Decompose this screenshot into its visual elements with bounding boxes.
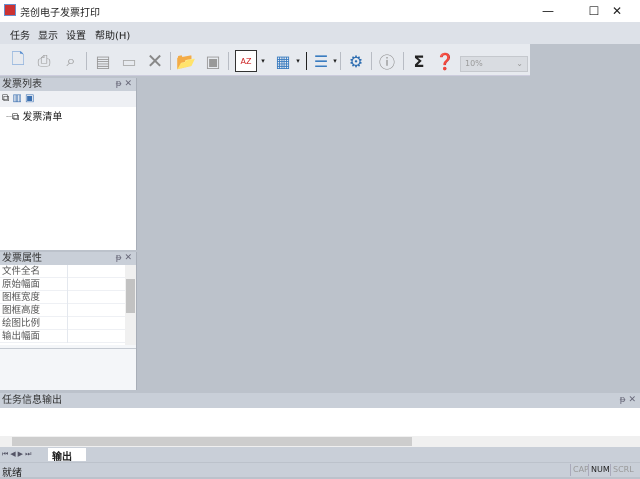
app-icon [4,4,16,16]
chevron-down-icon: ⌄ [516,59,523,68]
folder-icon[interactable]: ▭ [118,50,140,72]
vertical-scrollbar[interactable] [125,265,136,345]
menu-task[interactable]: 任务 [10,27,30,42]
copy-icon[interactable]: ⧉ [2,93,9,104]
chevron-down-icon[interactable]: ▾ [294,50,302,72]
property-row[interactable]: 图框宽度 [0,291,125,304]
align-icon[interactable]: ☰ [310,50,332,72]
book-icon[interactable]: ▥ [12,93,21,104]
batch-icon[interactable]: ▤ [92,50,114,72]
window-title: 尧创电子发票打印 [20,8,100,19]
info-icon[interactable]: ⓘ [376,50,398,72]
chevron-down-icon[interactable]: ▾ [259,50,267,72]
grid-icon[interactable]: ▣ [25,93,34,104]
panel-header: 发票列表 ᵽ ✕ [0,78,136,91]
tab-nav-buttons[interactable]: ⏮◀▶⏭ [2,450,33,459]
pin-icon[interactable]: ᵽ [620,395,626,405]
title-bar: 尧创电子发票打印 — ☐ ✕ [0,0,640,22]
print-preview-icon[interactable]: ⌕ [60,50,82,72]
separator [340,52,341,70]
panel-header: 发票属性 ᵽ ✕ [0,252,136,265]
property-row[interactable]: 绘图比例 [0,317,125,330]
close-icon[interactable]: ✕ [124,79,132,89]
property-row[interactable]: 输出幅面 [0,330,125,343]
delete-icon[interactable]: ✕ [144,49,166,73]
close-button[interactable]: ✕ [594,0,640,22]
sort-az-icon[interactable]: AZ [235,50,257,72]
settings-gear-icon[interactable]: ⚙ [345,50,367,72]
properties-panel: 发票属性 ᵽ ✕ 文件全名 原始幅面 图框宽度 图框高度 绘图比例 输出幅面 [0,252,137,390]
print-icon[interactable]: ⎙ [33,50,55,72]
property-row[interactable]: 图框高度 [0,304,125,317]
separator [371,52,372,70]
scrl-indicator: SCRL [610,464,636,476]
toolbar: 🗋 ⎙ ⌕ ▤ ▭ ✕ 📂 ▣ AZ ▾ ▦ ▾ ☰ ▾ ⚙ ⓘ Σ ❓ 10%… [0,44,530,76]
panel-toolbar: ⧉ ▥ ▣ [0,91,136,107]
close-icon[interactable]: ✕ [628,395,636,405]
separator [228,52,229,70]
pin-button[interactable]: ᵽ ✕ [116,78,132,91]
tree-item-root[interactable]: ┄⧉ 发票清单 [0,107,136,124]
document-area [138,78,640,392]
menu-help[interactable]: 帮助(H) [95,27,130,42]
panel-title: 发票列表 [2,79,42,90]
zoom-select[interactable]: 10% ⌄ [460,56,528,72]
chevron-down-icon[interactable]: ▾ [331,50,339,72]
save-icon[interactable]: ▣ [202,50,224,72]
help-icon[interactable]: ❓ [434,50,456,72]
menu-bar: 任务 显示 设置 帮助(H) [0,22,640,44]
open-folder-icon[interactable]: 📂 [175,50,197,72]
panel-title: 发票属性 [2,253,42,264]
property-row[interactable]: 原始幅面 [0,278,125,291]
panel-title: 任务信息输出 [2,395,62,406]
pin-icon[interactable]: ᵽ [116,79,122,89]
menu-settings[interactable]: 设置 [66,27,86,42]
output-panel-header: 任务信息输出 ᵽ ✕ [0,393,640,408]
menu-view[interactable]: 显示 [38,27,58,42]
tab-bar: ⏮◀▶⏭ 输出 [0,447,640,463]
tree-label: 发票清单 [22,112,63,123]
invoice-list-panel: 发票列表 ᵽ ✕ ⧉ ▥ ▣ ┄⧉ 发票清单 [0,78,137,250]
tab-output[interactable]: 输出 [48,448,86,463]
layout-icon[interactable]: ▦ [272,50,294,72]
description-area [0,348,136,388]
document-icon: ⧉ [12,112,20,123]
separator [86,52,87,70]
separator [170,52,171,70]
property-row[interactable]: 文件全名 [0,265,125,278]
property-grid: 文件全名 原始幅面 图框宽度 图框高度 绘图比例 输出幅面 [0,265,136,345]
scrollbar-thumb[interactable] [126,279,135,313]
close-icon[interactable]: ✕ [124,253,132,263]
status-bar: 就绪 CAP NUM SCRL [0,463,640,479]
scrollbar-thumb[interactable] [12,437,412,446]
minimize-button[interactable]: — [525,0,571,22]
separator [306,52,307,70]
horizontal-scrollbar[interactable] [0,436,640,447]
separator [403,52,404,70]
sum-icon[interactable]: Σ [408,50,430,72]
output-content [0,408,640,436]
num-indicator: NUM [588,464,612,476]
zoom-value: 10% [465,59,483,68]
pin-icon[interactable]: ᵽ [116,253,122,263]
new-icon[interactable]: 🗋 [7,49,29,72]
